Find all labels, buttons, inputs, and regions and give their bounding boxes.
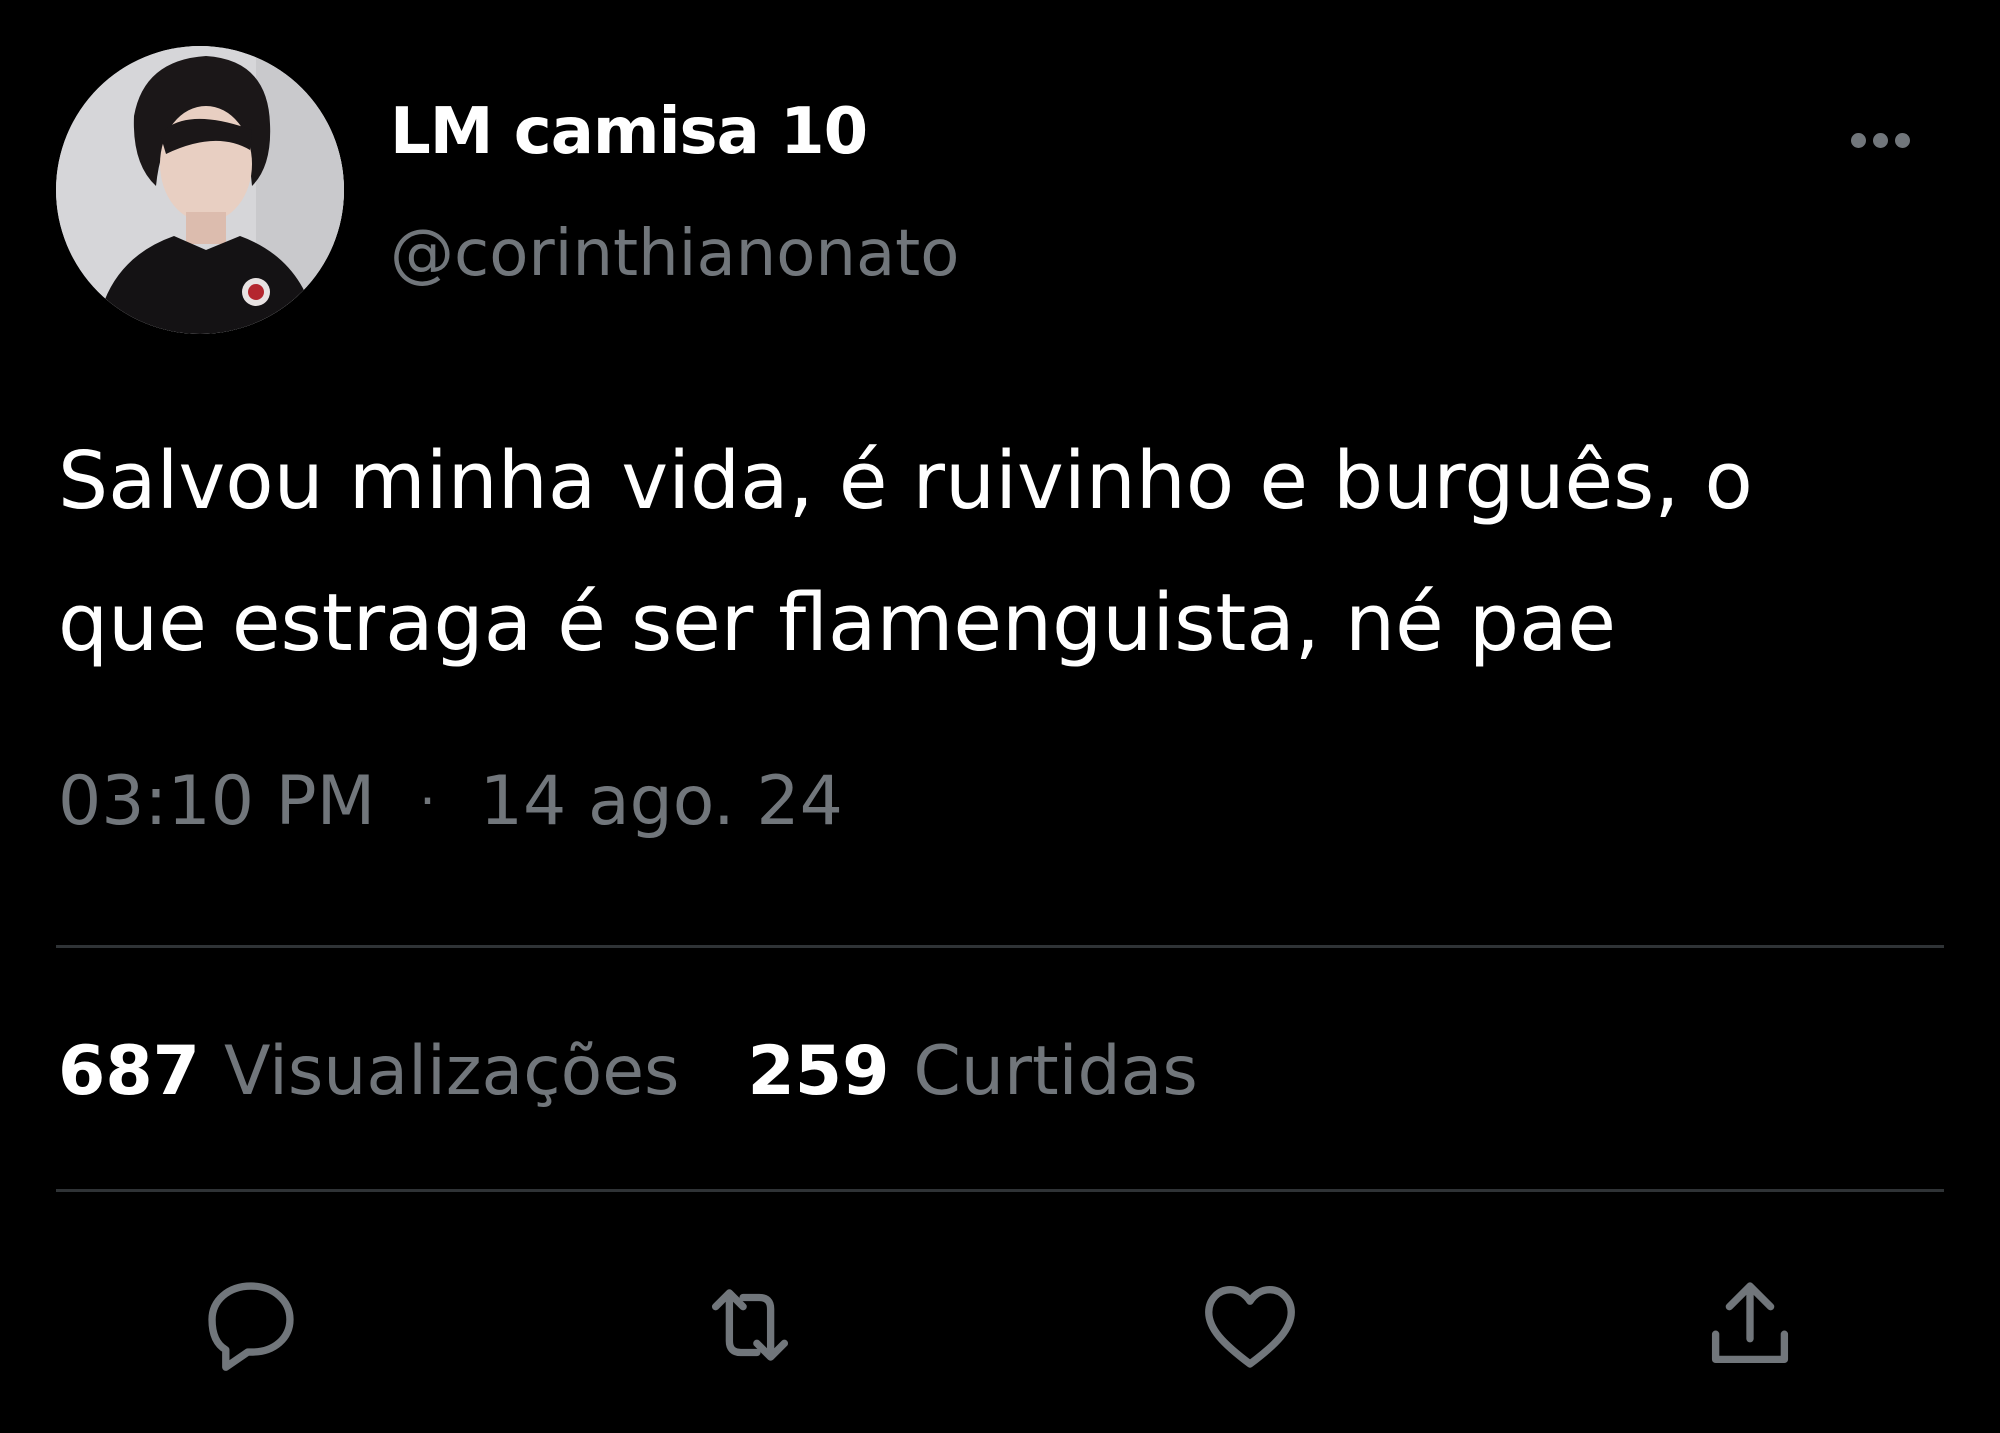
- likes-stat[interactable]: 259 Curtidas: [747, 1030, 1197, 1114]
- divider: [56, 1189, 1944, 1192]
- like-button[interactable]: [1195, 1270, 1305, 1380]
- views-count: 687: [58, 1032, 200, 1111]
- like-icon: [1205, 1286, 1295, 1368]
- tweet-text: Salvou minha vida, é ruivinho e burguês,…: [58, 435, 1753, 669]
- avatar-image: [56, 46, 344, 334]
- action-bar: [0, 1270, 2000, 1380]
- more-dot: [1850, 132, 1866, 148]
- separator-dot: ·: [419, 772, 436, 832]
- avatar[interactable]: [56, 46, 344, 334]
- share-button[interactable]: [1695, 1270, 1805, 1380]
- likes-label: Curtidas: [913, 1032, 1198, 1111]
- views-stat[interactable]: 687 Visualizações: [58, 1030, 679, 1114]
- views-label: Visualizações: [223, 1032, 680, 1111]
- tweet-time: 03:10 PM: [58, 762, 376, 841]
- reply-button[interactable]: [196, 1270, 306, 1380]
- divider: [56, 945, 1944, 948]
- tweet-date: 14 ago. 24: [479, 762, 843, 841]
- reply-icon: [208, 1282, 294, 1371]
- author-handle[interactable]: @corinthianonato: [390, 214, 959, 294]
- share-icon: [1711, 1282, 1789, 1364]
- retweet-button[interactable]: [695, 1270, 805, 1380]
- more-dot: [1872, 132, 1888, 148]
- likes-count: 259: [747, 1032, 890, 1111]
- more-options-icon[interactable]: [1840, 110, 1920, 170]
- author-display-name[interactable]: LM camisa 10: [390, 92, 868, 172]
- tweet-stats: 687 Visualizações 259 Curtidas: [58, 1030, 1198, 1114]
- retweet-icon: [711, 1289, 789, 1361]
- tweet: LM camisa 10 @corinthianonato Salvou min…: [0, 0, 2000, 1433]
- more-dot: [1894, 132, 1910, 148]
- tweet-timestamp[interactable]: 03:10 PM · 14 ago. 24: [58, 760, 843, 844]
